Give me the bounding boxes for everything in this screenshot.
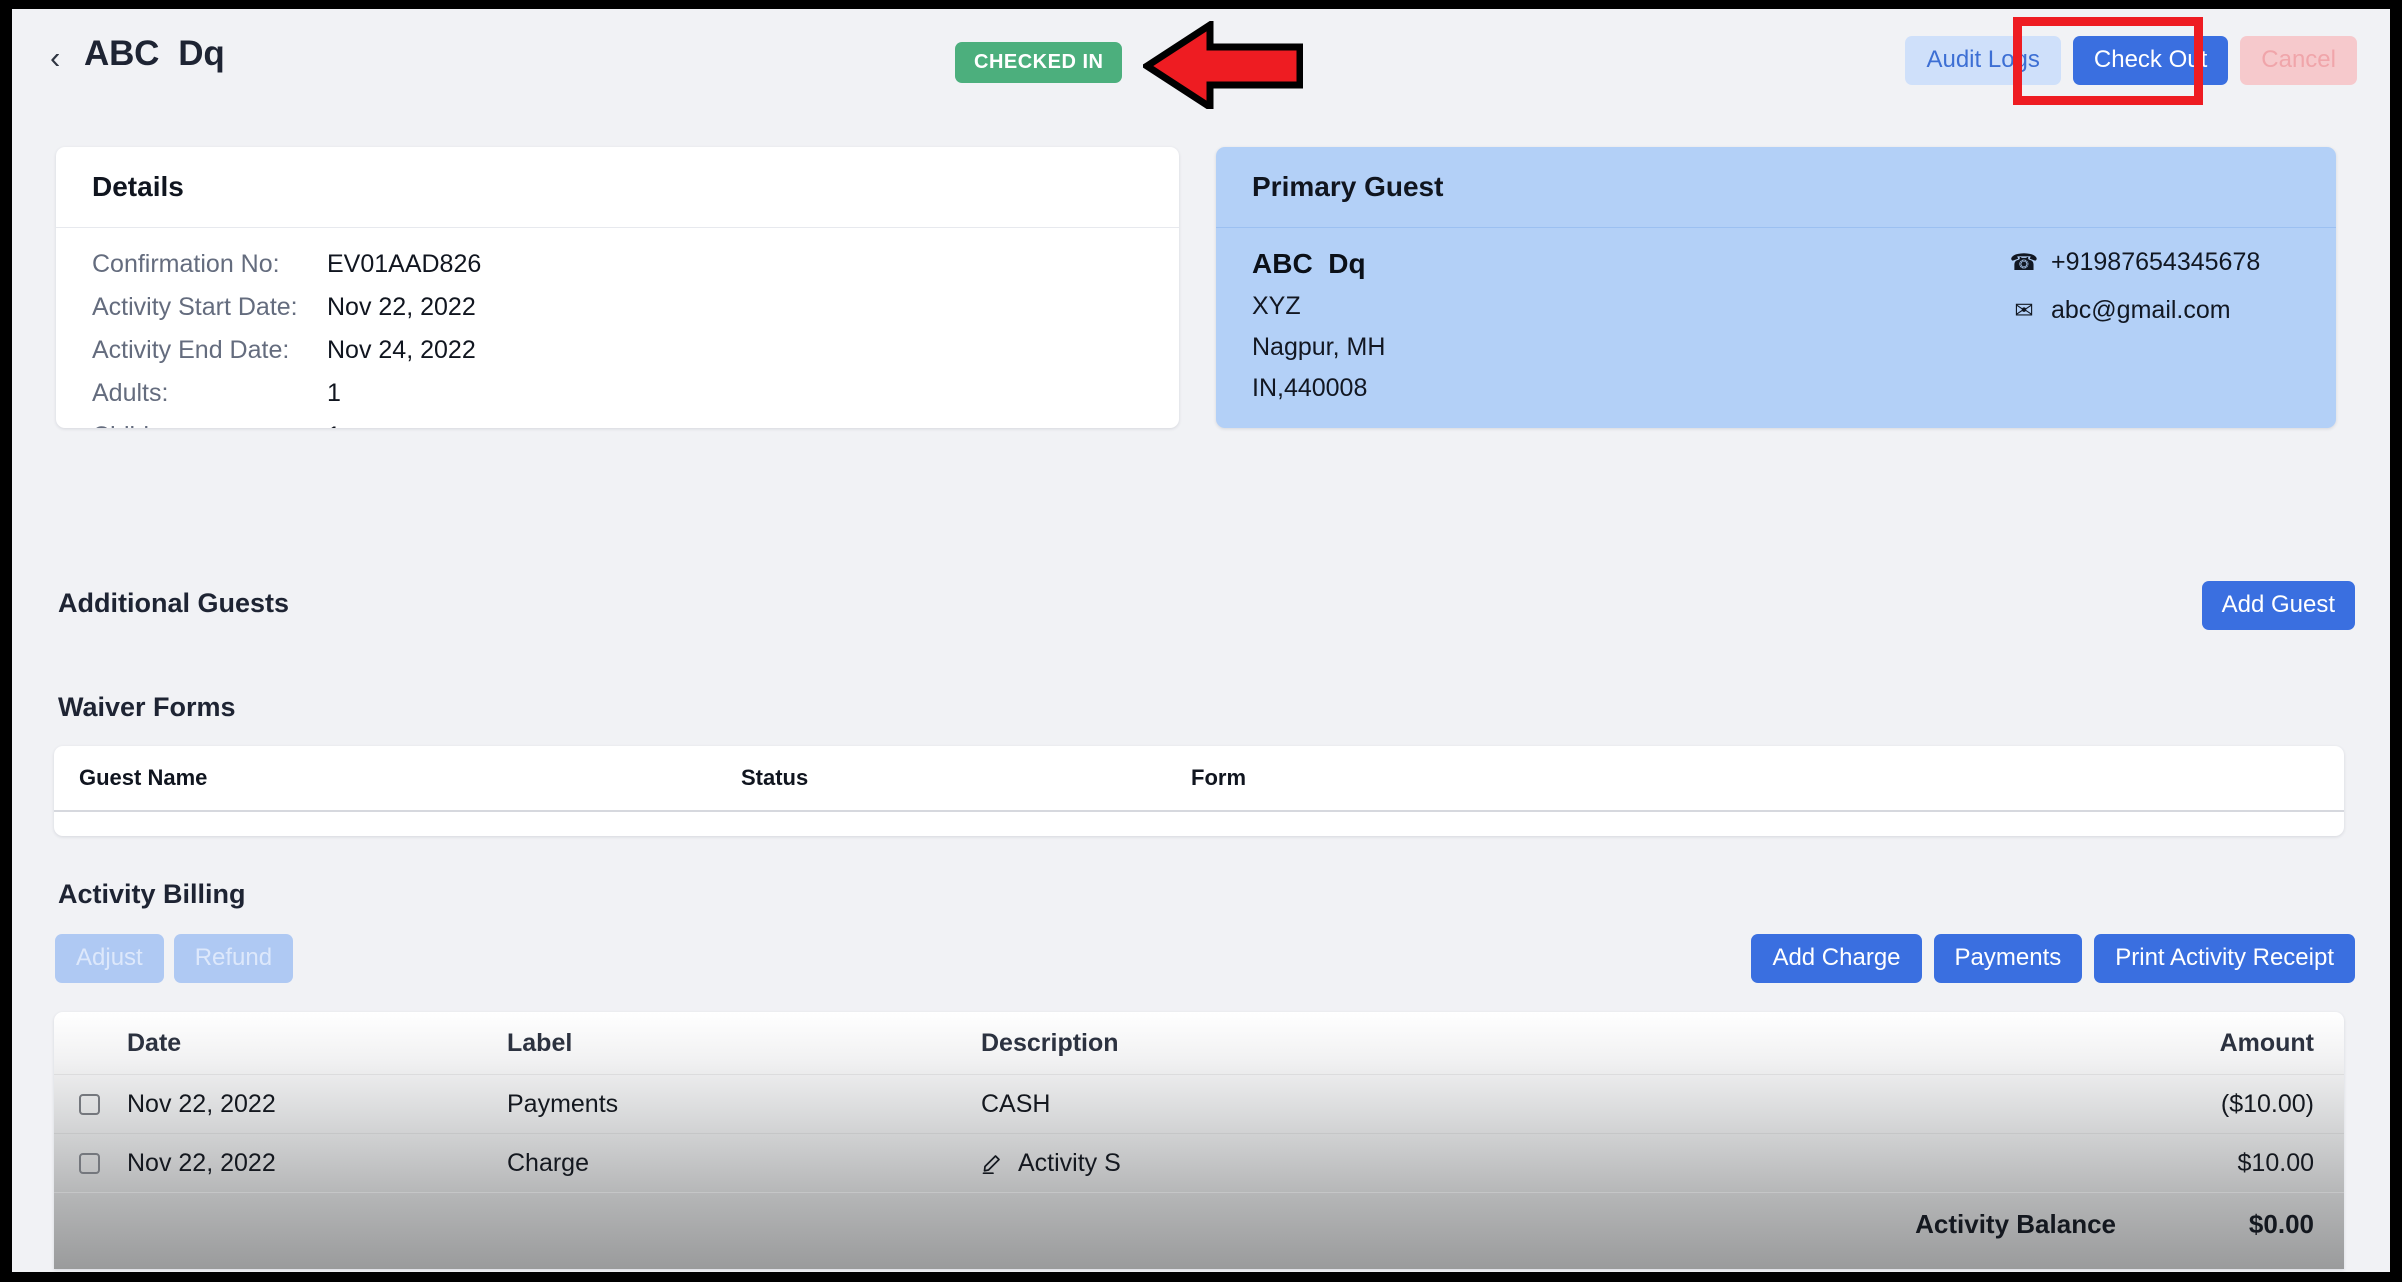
- detail-label: Activity Start Date:: [92, 293, 298, 321]
- guest-email: abc@gmail.com: [2051, 296, 2231, 324]
- row-amount: $10.00: [2237, 1148, 2314, 1177]
- activity-detail-page: ‹ ABC Dq CHECKED IN Audit Logs Check Out…: [12, 9, 2390, 1272]
- details-card-title: Details: [56, 147, 1179, 228]
- detail-value: Nov 24, 2022: [327, 336, 476, 364]
- waiver-col-status: Status: [741, 765, 809, 790]
- check-out-button[interactable]: Check Out: [2072, 36, 2229, 86]
- back-chevron-icon[interactable]: ‹: [50, 42, 60, 73]
- audit-logs-button[interactable]: Audit Logs: [1905, 36, 2061, 86]
- billing-table-header: Date Label Description Amount: [54, 1012, 2344, 1075]
- detail-row-children: Children: 1: [92, 422, 1179, 428]
- billing-col-amount: Amount: [2219, 1028, 2314, 1057]
- row-date: Nov 22, 2022: [127, 1089, 276, 1118]
- detail-row-confirmation-no: Confirmation No: EV01AAD826: [92, 250, 1179, 293]
- row-description-cell: CASH: [981, 1090, 1681, 1119]
- detail-label: Confirmation No:: [92, 250, 280, 278]
- edit-pencil-icon[interactable]: [981, 1151, 1005, 1175]
- screenshot-frame: ‹ ABC Dq CHECKED IN Audit Logs Check Out…: [0, 0, 2402, 1282]
- detail-row-activity-start-date: Activity Start Date: Nov 22, 2022: [92, 293, 1179, 336]
- detail-value: 1: [327, 379, 341, 407]
- row-checkbox[interactable]: [79, 1152, 100, 1174]
- detail-label: Adults:: [92, 379, 169, 407]
- detail-row-adults: Adults: 1: [92, 379, 1179, 422]
- guest-phone: +91987654345678: [2051, 248, 2261, 276]
- row-description: Activity S: [1018, 1148, 1121, 1177]
- details-card-body: Confirmation No: EV01AAD826 Activity Sta…: [56, 228, 1179, 428]
- activity-billing-heading: Activity Billing: [58, 879, 246, 909]
- billing-right-actions: Add Charge Payments Print Activity Recei…: [1751, 934, 2355, 984]
- row-description-cell: Activity S: [981, 1149, 1681, 1178]
- table-row[interactable]: Nov 22, 2022 Charge Activity S $10.00: [54, 1134, 2344, 1193]
- waiver-col-guest-name: Guest Name: [79, 765, 208, 790]
- waiver-forms-table-header: Guest Name Status Form: [54, 746, 2344, 812]
- detail-value: Nov 22, 2022: [327, 293, 476, 321]
- additional-guests-heading: Additional Guests: [58, 588, 290, 618]
- guest-contact-block: ☎ +91987654345678 ✉ abc@gmail.com: [2009, 248, 2261, 344]
- detail-value: EV01AAD826: [327, 250, 482, 278]
- row-checkbox[interactable]: [79, 1093, 100, 1115]
- details-card: Details Confirmation No: EV01AAD826 Acti…: [56, 147, 1179, 428]
- page-title: ABC Dq: [84, 34, 225, 73]
- primary-guest-card: Primary Guest ABC Dq XYZ Nagpur, MH IN,4…: [1216, 147, 2336, 428]
- row-description: CASH: [981, 1089, 1051, 1118]
- summary-cards-row: Details Confirmation No: EV01AAD826 Acti…: [12, 105, 2390, 428]
- envelope-icon: ✉: [2014, 297, 2034, 323]
- row-label: Charge: [507, 1148, 589, 1177]
- status-badge: CHECKED IN: [955, 42, 1123, 83]
- activity-billing-table: Date Label Description Amount Nov 22, 20…: [54, 1012, 2344, 1269]
- billing-col-description: Description: [981, 1028, 1119, 1057]
- adjust-button: Adjust: [55, 934, 164, 984]
- print-activity-receipt-button[interactable]: Print Activity Receipt: [2094, 934, 2355, 984]
- add-guest-button[interactable]: Add Guest: [2201, 581, 2355, 631]
- page-header: ‹ ABC Dq CHECKED IN Audit Logs Check Out…: [12, 9, 2390, 105]
- row-label: Payments: [507, 1089, 619, 1118]
- header-actions: Audit Logs Check Out Cancel: [1905, 36, 2357, 86]
- cancel-button: Cancel: [2240, 36, 2357, 86]
- guest-phone-row: ☎ +91987654345678: [2009, 248, 2261, 277]
- detail-value: 1: [327, 422, 341, 428]
- row-amount: ($10.00): [2220, 1089, 2314, 1118]
- waiver-forms-heading: Waiver Forms: [58, 692, 236, 722]
- billing-total-row: Activity Balance $0.00: [54, 1193, 2344, 1255]
- row-date: Nov 22, 2022: [127, 1148, 276, 1177]
- guest-email-row: ✉ abc@gmail.com: [2011, 296, 2260, 325]
- primary-guest-card-title: Primary Guest: [1216, 147, 2336, 228]
- waiver-forms-table: Guest Name Status Form: [54, 746, 2344, 836]
- billing-left-actions: Adjust Refund: [55, 934, 294, 984]
- guest-address-line: IN,440008: [1252, 374, 1368, 402]
- payments-button[interactable]: Payments: [1933, 934, 2083, 984]
- refund-button: Refund: [173, 934, 294, 984]
- phone-icon: ☎: [2009, 249, 2039, 275]
- waiver-forms-table-body: [54, 812, 2344, 834]
- activity-balance-amount: $0.00: [2248, 1208, 2314, 1239]
- waiver-col-form: Form: [1191, 765, 1246, 790]
- billing-col-label: Label: [507, 1028, 573, 1057]
- billing-col-date: Date: [127, 1028, 182, 1057]
- detail-label: Activity End Date:: [92, 336, 290, 364]
- detail-label: Children:: [92, 422, 327, 428]
- activity-balance-label: Activity Balance: [1915, 1208, 2116, 1239]
- add-charge-button[interactable]: Add Charge: [1751, 934, 1922, 984]
- primary-guest-card-body: ABC Dq XYZ Nagpur, MH IN,440008 ☎ +91987…: [1216, 228, 2336, 424]
- row-select-cell: [79, 1152, 127, 1174]
- table-row[interactable]: Nov 22, 2022 Payments CASH ($10.00): [54, 1075, 2344, 1134]
- row-select-cell: [79, 1093, 127, 1115]
- detail-row-activity-end-date: Activity End Date: Nov 24, 2022: [92, 336, 1179, 379]
